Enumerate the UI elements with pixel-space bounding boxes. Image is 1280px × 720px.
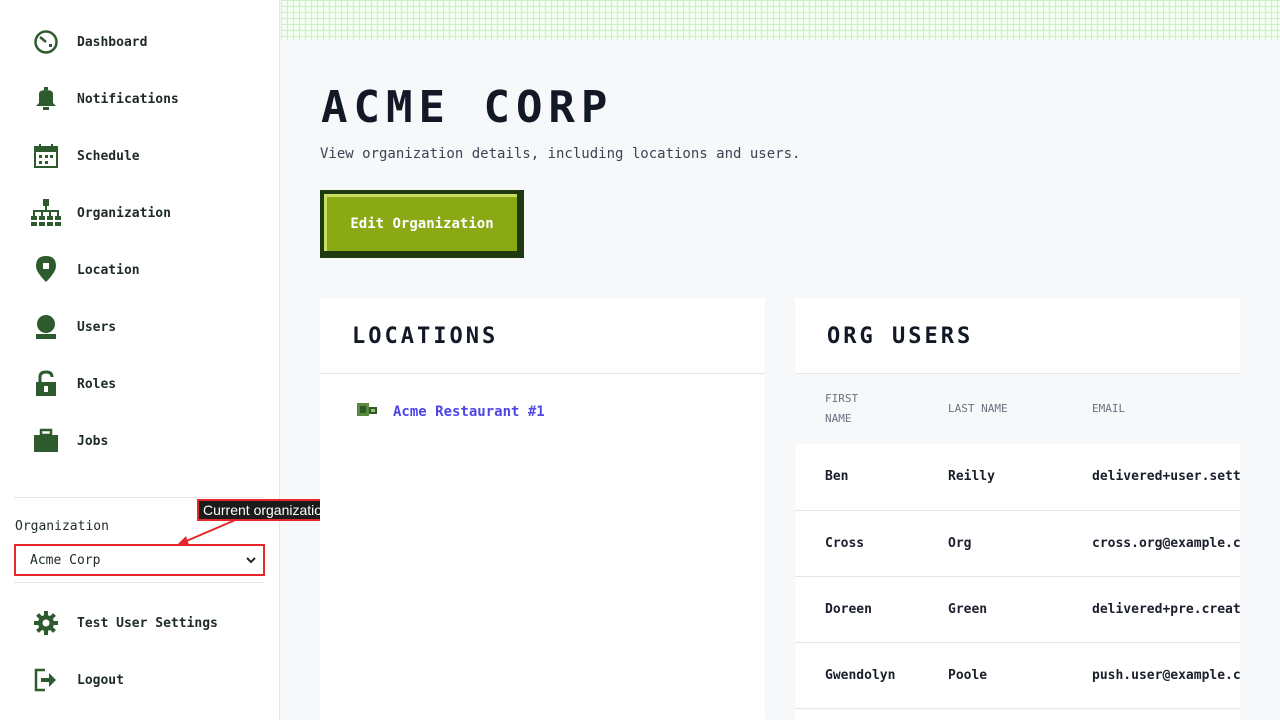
cell-email: delivered+pre.created [1092,601,1240,617]
dashboard-gauge-icon [30,26,62,58]
cell-email: delivered+user.settin [1092,469,1240,485]
page-subtitle: View organization details, including loc… [320,146,801,162]
page-title: Acme Corp [321,82,614,133]
unlock-icon [30,368,62,400]
logout-icon [30,664,62,696]
user-icon [30,311,62,343]
org-users-card: Org Users FIRST NAME LAST NAME EMAIL Ben… [795,298,1240,720]
sidebar-item-partial [30,478,270,492]
sidebar-item-label: Users [77,319,117,335]
sidebar-item-label: Dashboard [77,34,148,50]
sidebar-item-notifications[interactable]: Notifications [30,79,270,119]
grid-pattern-header [281,0,1280,40]
sidebar-item-label: Location [77,262,140,278]
edit-organization-button[interactable]: Edit Organization [320,190,524,258]
sidebar-item-label: Jobs [77,433,109,449]
gear-icon [30,607,62,639]
sidebar-item-logout[interactable]: Logout [30,660,270,700]
store-icon [357,402,379,422]
cell-last-name: Reilly [948,469,995,485]
locations-title: Locations [352,324,499,349]
sidebar-item-label: Schedule [77,148,140,164]
sidebar-item-label: Logout [77,672,124,688]
truncated-icon [30,482,62,492]
location-name: Acme Restaurant #1 [393,404,545,420]
sidebar-item-label: Roles [77,376,117,392]
org-chart-icon [30,197,62,229]
cell-email: push.user@example.com [1092,667,1240,683]
sidebar-item-schedule[interactable]: Schedule [30,136,270,176]
cell-first-name: Gwendolyn [825,667,896,683]
organization-select-value: Acme Corp [30,552,101,568]
org-users-title: Org Users [827,324,974,349]
column-header-last-name: LAST NAME [948,402,1008,415]
sidebar-divider [14,582,265,583]
briefcase-icon [30,425,62,457]
sidebar-item-organization[interactable]: Organization [30,193,270,233]
map-pin-icon [30,254,62,286]
sidebar-item-users[interactable]: Users [30,307,270,347]
cell-first-name: Doreen [825,601,872,617]
location-link-acme-restaurant-1[interactable]: Acme Restaurant #1 [357,402,545,422]
table-row[interactable]: Cross Org cross.org@example.com [795,510,1240,576]
sidebar: Dashboard Notifications Schedule Organiz… [0,0,336,720]
locations-card: Locations Acme Restaurant #1 [320,298,765,720]
calendar-icon [30,140,62,172]
column-header-email: EMAIL [1092,402,1126,415]
sidebar-item-dashboard[interactable]: Dashboard [30,22,270,62]
sidebar-item-roles[interactable]: Roles [30,364,270,404]
table-row[interactable]: Ben Reilly delivered+user.settin [795,444,1240,510]
cell-first-name: Cross [825,535,865,551]
cell-email: cross.org@example.com [1092,535,1240,551]
column-header-first-name: FIRST NAME [825,392,859,425]
table-header-row: FIRST NAME LAST NAME EMAIL [795,374,1240,444]
card-divider [320,373,765,374]
sidebar-item-label: Organization [77,205,171,221]
sidebar-nav: Dashboard Notifications Schedule Organiz… [0,0,279,492]
edit-organization-button-label: Edit Organization [324,194,517,251]
table-row[interactable]: Gwendolyn Poole push.user@example.com [795,642,1240,708]
cell-last-name: Org [948,535,972,551]
sidebar-divider [14,497,265,498]
org-users-table: FIRST NAME LAST NAME EMAIL Ben Reilly de… [795,374,1240,709]
cell-first-name: Ben [825,469,849,485]
chevron-down-icon [245,554,257,570]
table-row[interactable]: Doreen Green delivered+pre.created [795,576,1240,642]
cell-last-name: Poole [948,667,988,683]
sidebar-item-jobs[interactable]: Jobs [30,421,270,461]
cell-last-name: Green [948,601,988,617]
sidebar-item-test-user-settings[interactable]: Test User Settings [30,603,270,643]
sidebar-item-label: Notifications [77,91,179,107]
bell-icon [30,83,62,115]
organization-label: Organization [15,519,109,534]
main-content: Acme Corp View organization details, inc… [281,0,1280,720]
sidebar-item-label: Test User Settings [77,615,218,631]
sidebar-item-location[interactable]: Location [30,250,270,290]
